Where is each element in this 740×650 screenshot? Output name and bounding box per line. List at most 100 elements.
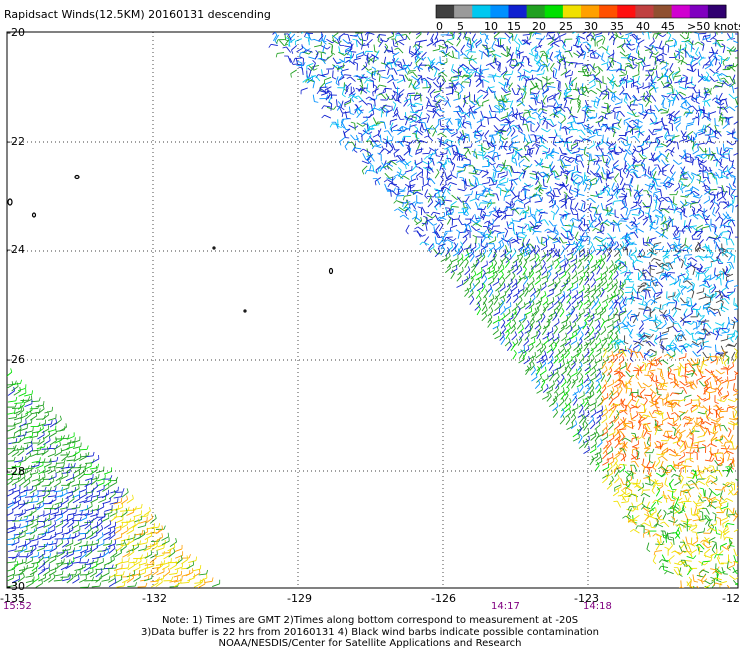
wind-barb-flag — [523, 71, 526, 76]
wind-barb-flag — [591, 206, 596, 209]
wind-barb — [489, 134, 497, 136]
wind-barb-flag — [412, 25, 414, 29]
wind-barb-flag — [427, 26, 430, 29]
wind-barb — [517, 88, 525, 90]
wind-barb-flag — [739, 116, 740, 120]
wind-barb — [445, 236, 453, 239]
legend-swatch — [689, 5, 709, 18]
wind-barb — [714, 118, 716, 126]
wind-barb-flag — [546, 118, 551, 121]
wind-barb-flag — [606, 85, 608, 90]
legend-label: 15 — [507, 20, 521, 33]
wind-barb — [606, 104, 609, 112]
wind-barb-flag — [439, 45, 441, 50]
wind-barb — [576, 164, 579, 172]
wind-speed-legend — [435, 4, 727, 19]
wind-barb — [518, 51, 521, 59]
wind-barb-flag — [470, 248, 472, 253]
wind-barb-flag — [452, 144, 457, 147]
wind-barb — [709, 127, 711, 135]
wind-barb-flag — [651, 24, 654, 27]
wind-barb-flag — [481, 70, 483, 75]
legend-swatch — [562, 5, 582, 18]
wind-barb-flag — [365, 140, 371, 142]
wind-barb-flag — [457, 75, 460, 80]
wind-barb-flag — [680, 77, 683, 82]
wind-barb-flag — [438, 75, 443, 77]
wind-barb-flag — [420, 24, 423, 27]
legend-swatch — [436, 5, 455, 18]
wind-barb — [660, 112, 668, 114]
wind-barb-flag — [571, 172, 573, 178]
legend-label: 40 — [636, 20, 650, 33]
wind-barb-flag — [474, 110, 476, 115]
legend-swatch — [617, 5, 636, 18]
legend-swatch — [526, 5, 546, 18]
wind-barb-flag — [461, 208, 466, 210]
wind-barb-flag — [498, 26, 499, 30]
legend-label: >50 knots — [687, 20, 740, 33]
wind-barb — [480, 238, 483, 246]
wind-barb-flag — [486, 242, 488, 247]
wind-barb — [354, 123, 356, 131]
wind-barb-flag — [564, 50, 570, 53]
wind-barb-flag — [553, 243, 556, 248]
wind-barb — [498, 106, 500, 114]
legend-label: 5 — [457, 20, 464, 33]
wind-barb-flag — [460, 111, 465, 113]
wind-barb-flag — [693, 118, 695, 123]
wind-barb-flag — [573, 166, 576, 171]
wind-barb-flag — [530, 97, 535, 99]
wind-barb — [296, 64, 304, 67]
wind-barb-flag — [571, 71, 573, 76]
wind-barb-flag — [464, 27, 465, 31]
wind-barb — [408, 70, 416, 72]
legend-swatch — [581, 5, 600, 18]
wind-barb — [661, 214, 663, 222]
legend-swatch — [508, 5, 528, 18]
wind-barb-flag — [445, 254, 448, 259]
wind-barb — [570, 62, 578, 64]
wind-barb-flag — [678, 29, 682, 31]
wind-barb-flag — [672, 74, 674, 79]
legend-label: 25 — [559, 20, 573, 33]
wind-barb — [685, 254, 693, 256]
wind-barb-flag — [511, 58, 516, 61]
legend-label: 30 — [584, 20, 598, 33]
legend-label: 10 — [484, 20, 498, 33]
wind-barb — [332, 70, 334, 78]
wind-barb — [656, 146, 664, 148]
legend-label: 35 — [610, 20, 624, 33]
wind-barb-flag — [440, 86, 442, 92]
wind-barb — [709, 147, 711, 155]
wind-barb — [396, 92, 398, 101]
wind-barb — [415, 94, 423, 97]
legend-label: 45 — [661, 20, 675, 33]
wind-barb — [708, 136, 717, 138]
wind-barb — [512, 223, 515, 231]
wind-barb-flag — [304, 25, 306, 29]
legend-swatch — [544, 5, 564, 18]
legend-swatch — [707, 5, 727, 18]
wind-barb — [680, 178, 688, 180]
wind-barb-flag — [546, 98, 549, 103]
wind-barb-flag — [551, 29, 555, 31]
wind-barb-flag — [276, 26, 277, 30]
wind-barb — [735, 57, 738, 59]
wind-barb — [422, 152, 430, 155]
wind-barb — [671, 219, 674, 227]
legend-swatch — [653, 5, 673, 18]
wind-barb — [697, 157, 700, 165]
wind-barb — [692, 158, 694, 166]
wind-barb-flag — [559, 155, 561, 160]
wind-barb — [477, 208, 485, 211]
wind-barb-flag — [573, 117, 575, 122]
wind-barb — [481, 165, 490, 168]
wind-barb — [494, 91, 496, 99]
wind-barb — [497, 39, 500, 47]
wind-barb — [607, 176, 615, 179]
legend-labels: 0 5 10 15 20 25 30 35 40 45 >50 knots — [436, 20, 740, 33]
legend-swatch — [635, 5, 654, 18]
legend-swatch — [472, 5, 491, 18]
wind-barb — [697, 118, 700, 126]
